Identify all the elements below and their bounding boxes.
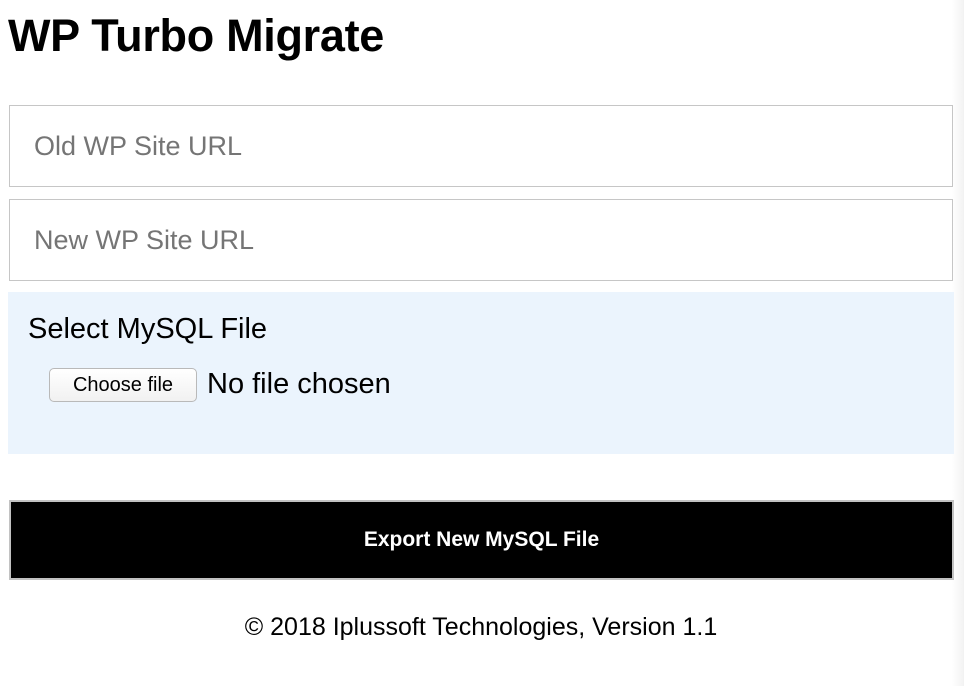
page-title: WP Turbo Migrate — [8, 10, 385, 61]
mysql-file-panel: Select MySQL File Choose file No file ch… — [8, 292, 954, 454]
file-status-text: No file chosen — [207, 368, 391, 400]
new-site-url-input[interactable] — [9, 199, 953, 281]
export-mysql-button[interactable]: Export New MySQL File — [9, 500, 954, 580]
footer-copyright: © 2018 Iplussoft Technologies, Version 1… — [244, 613, 718, 641]
mysql-file-label: Select MySQL File — [28, 313, 268, 345]
choose-file-button[interactable]: Choose file — [49, 368, 197, 402]
old-site-url-input[interactable] — [9, 105, 953, 187]
